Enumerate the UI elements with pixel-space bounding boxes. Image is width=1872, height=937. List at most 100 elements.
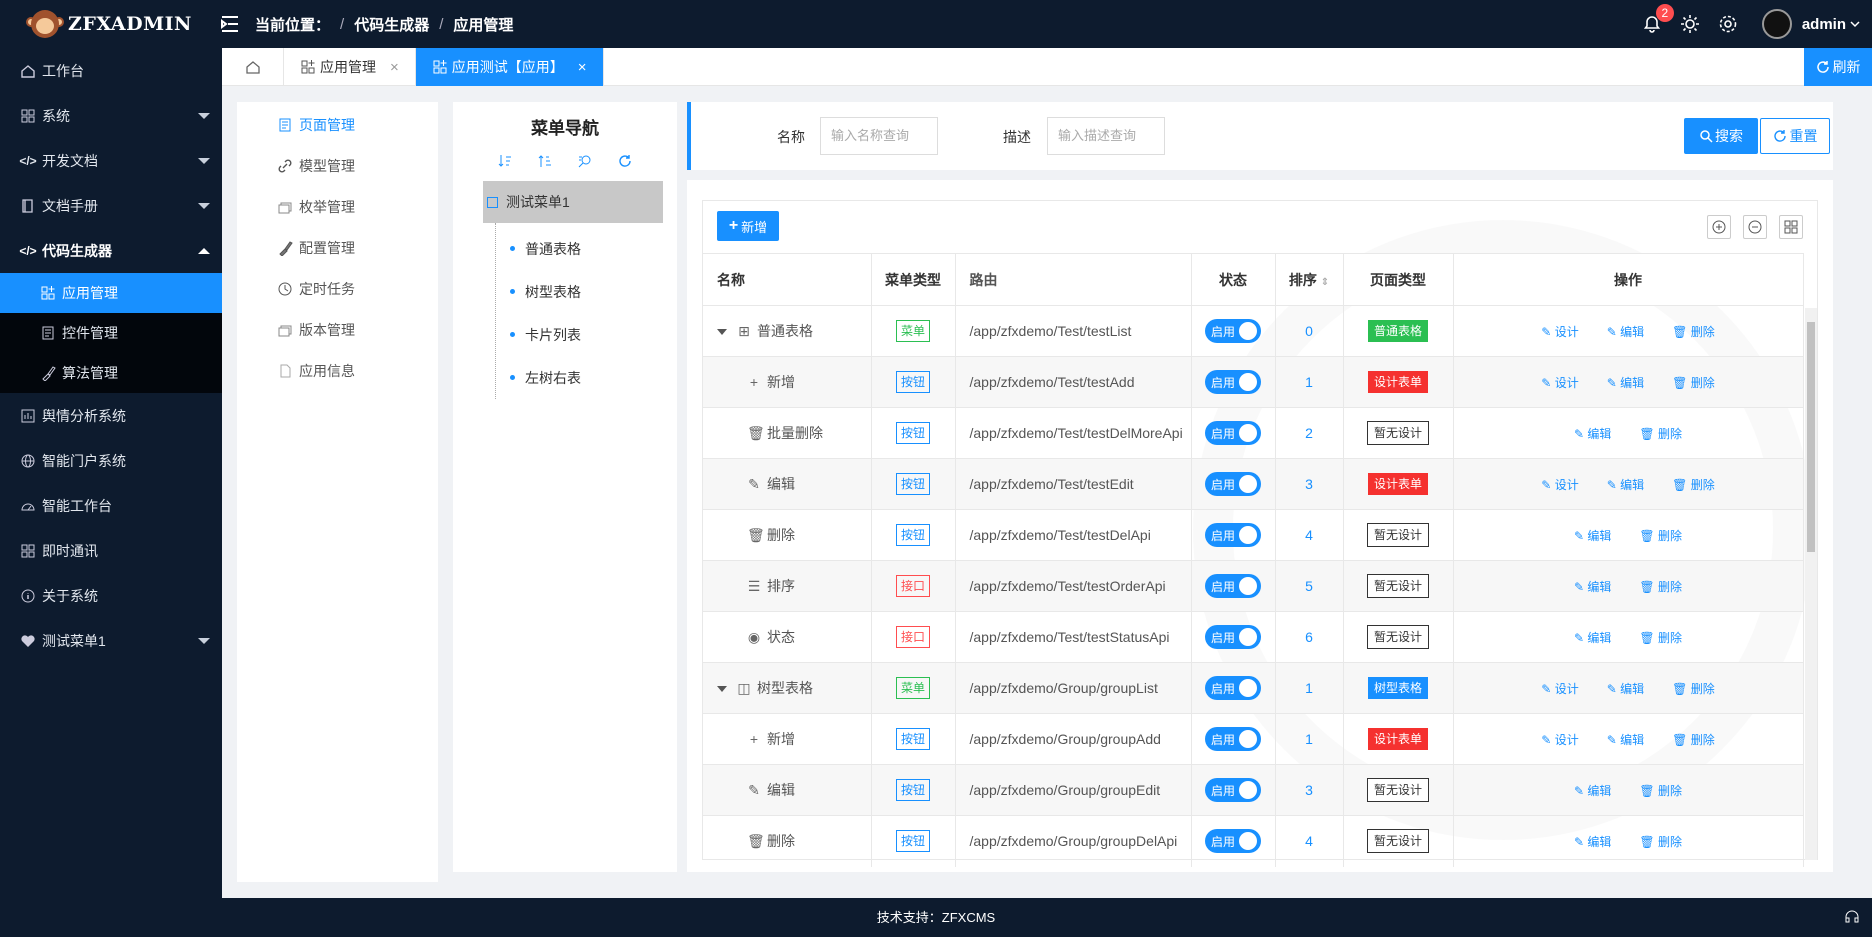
design-button[interactable]: ✎ 设计 xyxy=(1541,478,1578,492)
cell-sort[interactable]: 1 xyxy=(1275,356,1344,408)
status-toggle[interactable]: 启用 xyxy=(1205,421,1261,445)
sidebar-item-dev-docs[interactable]: </> 开发文档 xyxy=(0,138,222,183)
sidebar-item-im[interactable]: 即时通讯 xyxy=(0,528,222,573)
delete-button[interactable]: 🗑 删除 xyxy=(1639,427,1682,441)
edit-button[interactable]: ✎ 编辑 xyxy=(1607,478,1644,492)
delete-button[interactable]: 🗑 删除 xyxy=(1639,529,1682,543)
delete-button[interactable]: 🗑 删除 xyxy=(1639,835,1682,849)
status-toggle[interactable]: 启用 xyxy=(1205,625,1261,649)
collapse-all-icon[interactable] xyxy=(1743,215,1767,239)
sidebar-item-workbench[interactable]: 工作台 xyxy=(0,48,222,93)
table-row[interactable]: 🗑 删除 按钮/app/zfxdemo/Group/groupDelApi 启用 4 暂无… xyxy=(703,815,1804,867)
sidebar-item-smart-workbench[interactable]: 智能工作台 xyxy=(0,483,222,528)
tree-node[interactable]: 普通表格 xyxy=(496,227,677,270)
columns-icon[interactable] xyxy=(1779,215,1803,239)
cell-sort[interactable]: 4 xyxy=(1275,509,1344,561)
tree-node[interactable]: 左树右表 xyxy=(496,356,677,399)
edit-button[interactable]: ✎ 编辑 xyxy=(1574,835,1611,849)
tree-node[interactable]: 卡片列表 xyxy=(496,313,677,356)
cell-sort[interactable]: 6 xyxy=(1275,611,1344,663)
delete-button[interactable]: 🗑 删除 xyxy=(1672,376,1715,390)
table-row[interactable]: ⊞ 普通表格 菜单/app/zfxdemo/Test/testList 启用 0 普通表格… xyxy=(703,305,1804,357)
sort-asc-icon[interactable] xyxy=(497,153,513,169)
status-toggle[interactable]: 启用 xyxy=(1205,370,1261,394)
logo[interactable]: ZFXADMIN xyxy=(0,0,222,48)
edit-button[interactable]: ✎ 编辑 xyxy=(1574,784,1611,798)
edit-button[interactable]: ✎ 编辑 xyxy=(1574,427,1611,441)
tree-node[interactable]: 树型表格 xyxy=(496,270,677,313)
table-row[interactable]: + 新增 按钮/app/zfxdemo/Test/testAdd 启用 1 设计表单 ✎ 设… xyxy=(703,356,1804,408)
delete-button[interactable]: 🗑 删除 xyxy=(1672,733,1715,747)
table-row[interactable]: + 新增 按钮/app/zfxdemo/Group/groupAdd 启用 1 设计表单 ✎… xyxy=(703,713,1804,765)
cell-sort[interactable]: 5 xyxy=(1275,560,1344,612)
table-row[interactable]: 🗑 删除 按钮/app/zfxdemo/Test/testDelApi 启用 4 暂无设计… xyxy=(703,509,1804,561)
menu-fold-icon[interactable] xyxy=(219,13,241,35)
pagenav-item-models[interactable]: 模型管理 xyxy=(237,145,438,186)
sidebar-item-portal[interactable]: 智能门户系统 xyxy=(0,438,222,483)
search-button[interactable]: 搜索 xyxy=(1684,118,1758,154)
status-toggle[interactable]: 启用 xyxy=(1205,778,1261,802)
bell-icon[interactable]: 2 xyxy=(1642,4,1674,34)
pagenav-item-enums[interactable]: 枚举管理 xyxy=(237,186,438,227)
close-icon[interactable]: × xyxy=(390,59,399,76)
scrollbar-thumb[interactable] xyxy=(1807,322,1815,552)
status-toggle[interactable]: 启用 xyxy=(1205,727,1261,751)
cell-sort[interactable]: 1 xyxy=(1275,713,1344,765)
edit-button[interactable]: ✎ 编辑 xyxy=(1607,325,1644,339)
gear-icon[interactable] xyxy=(1718,14,1738,34)
sidebar-item-algorithm-management[interactable]: 算法管理 xyxy=(0,353,222,393)
table-row[interactable]: ✎ 编辑 按钮/app/zfxdemo/Test/testEdit 启用 3 设计表单 ✎ … xyxy=(703,458,1804,510)
breadcrumb-item[interactable]: 代码生成器 xyxy=(354,14,429,35)
sidebar-item-test-menu[interactable]: 测试菜单1 xyxy=(0,618,222,663)
refresh-icon[interactable] xyxy=(617,153,633,169)
sidebar-item-sentiment[interactable]: 舆情分析系统 xyxy=(0,393,222,438)
cell-sort[interactable]: 0 xyxy=(1275,305,1344,357)
table-row[interactable]: ☰ 排序 接口/app/zfxdemo/Test/testOrderApi 启用 5 暂无… xyxy=(703,560,1804,612)
edit-button[interactable]: ✎ 编辑 xyxy=(1574,529,1611,543)
status-toggle[interactable]: 启用 xyxy=(1205,676,1261,700)
column-header-sort[interactable]: 排序 ⇕ xyxy=(1275,253,1344,306)
pagenav-item-app-info[interactable]: 应用信息 xyxy=(237,350,438,391)
edit-button[interactable]: ✎ 编辑 xyxy=(1607,733,1644,747)
table-row[interactable]: 🗑 批量删除 按钮/app/zfxdemo/Test/testDelMoreApi 启… xyxy=(703,407,1804,459)
sun-icon[interactable] xyxy=(1680,14,1700,34)
edit-button[interactable]: ✎ 编辑 xyxy=(1574,631,1611,645)
design-button[interactable]: ✎ 设计 xyxy=(1541,733,1578,747)
edit-button[interactable]: ✎ 编辑 xyxy=(1607,682,1644,696)
table-scrollbar[interactable] xyxy=(1805,308,1817,860)
pagenav-item-versions[interactable]: 版本管理 xyxy=(237,309,438,350)
sidebar-item-code-generator[interactable]: </> 代码生成器 xyxy=(0,228,222,273)
close-icon[interactable]: × xyxy=(578,59,587,76)
sidebar-item-manual[interactable]: 文档手册 xyxy=(0,183,222,228)
reset-button[interactable]: 重置 xyxy=(1760,118,1830,154)
sidebar-item-app-management[interactable]: 应用管理 xyxy=(0,273,222,313)
chevron-down-icon[interactable] xyxy=(1850,20,1860,28)
desc-search-input[interactable]: 输入描述查询 xyxy=(1047,117,1165,155)
sort-desc-icon[interactable] xyxy=(537,153,553,169)
sidebar-item-system[interactable]: 系统 xyxy=(0,93,222,138)
caret-down-icon[interactable] xyxy=(717,329,727,336)
cell-sort[interactable]: 1 xyxy=(1275,662,1344,714)
tab-home[interactable] xyxy=(222,48,284,86)
table-row[interactable]: ◫ 树型表格 菜单/app/zfxdemo/Group/groupList 启用 1 树型… xyxy=(703,662,1804,714)
headset-icon[interactable] xyxy=(1844,909,1860,925)
pagenav-item-pages[interactable]: 页面管理 xyxy=(237,104,438,145)
sidebar-item-control-management[interactable]: 控件管理 xyxy=(0,313,222,353)
tree-root-node[interactable]: 测试菜单1 xyxy=(483,181,663,223)
status-toggle[interactable]: 启用 xyxy=(1205,523,1261,547)
pagenav-item-cron[interactable]: 定时任务 xyxy=(237,268,438,309)
sidebar-item-about[interactable]: 关于系统 xyxy=(0,573,222,618)
status-toggle[interactable]: 启用 xyxy=(1205,472,1261,496)
delete-button[interactable]: 🗑 删除 xyxy=(1672,478,1715,492)
edit-button[interactable]: ✎ 编辑 xyxy=(1574,580,1611,594)
edit-button[interactable]: ✎ 编辑 xyxy=(1607,376,1644,390)
tab-app-management[interactable]: 应用管理 × xyxy=(284,48,416,86)
cell-sort[interactable]: 4 xyxy=(1275,815,1344,867)
cell-sort[interactable]: 3 xyxy=(1275,764,1344,816)
delete-button[interactable]: 🗑 删除 xyxy=(1672,682,1715,696)
expand-all-icon[interactable] xyxy=(1707,215,1731,239)
delete-button[interactable]: 🗑 删除 xyxy=(1639,631,1682,645)
table-row[interactable]: ◉ 状态 接口/app/zfxdemo/Test/testStatusApi 启用 6 暂… xyxy=(703,611,1804,663)
cell-sort[interactable]: 2 xyxy=(1275,407,1344,459)
name-search-input[interactable]: 输入名称查询 xyxy=(820,117,938,155)
